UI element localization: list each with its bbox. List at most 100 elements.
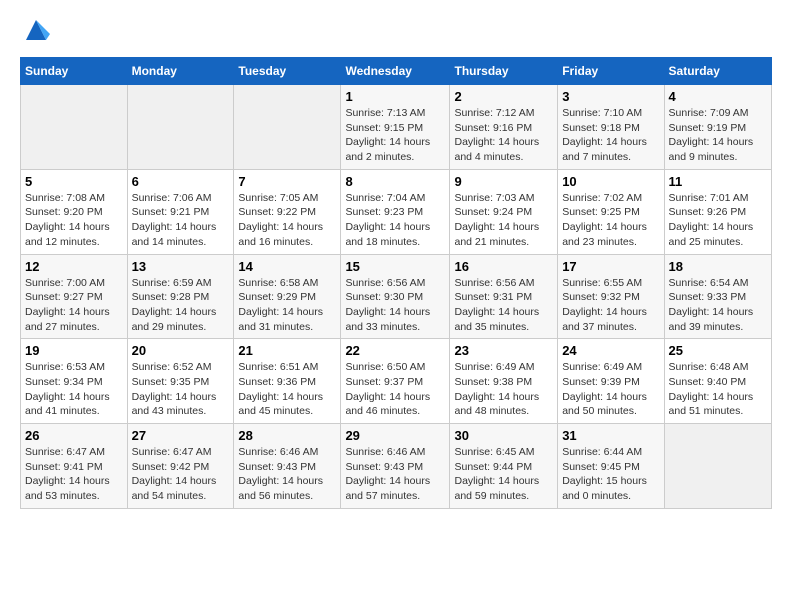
day-info: Sunrise: 6:46 AMSunset: 9:43 PMDaylight:… (238, 445, 336, 504)
calendar-cell: 21 Sunrise: 6:51 AMSunset: 9:36 PMDaylig… (234, 339, 341, 424)
calendar-cell: 25 Sunrise: 6:48 AMSunset: 9:40 PMDaylig… (664, 339, 771, 424)
column-header-thursday: Thursday (450, 58, 558, 85)
week-row: 26 Sunrise: 6:47 AMSunset: 9:41 PMDaylig… (21, 424, 772, 509)
day-info: Sunrise: 6:50 AMSunset: 9:37 PMDaylight:… (345, 360, 445, 419)
calendar-cell: 17 Sunrise: 6:55 AMSunset: 9:32 PMDaylig… (558, 254, 664, 339)
day-number: 18 (669, 259, 767, 274)
calendar-cell: 13 Sunrise: 6:59 AMSunset: 9:28 PMDaylig… (127, 254, 234, 339)
calendar-cell (127, 85, 234, 170)
calendar-cell: 8 Sunrise: 7:04 AMSunset: 9:23 PMDayligh… (341, 169, 450, 254)
day-info: Sunrise: 7:03 AMSunset: 9:24 PMDaylight:… (454, 191, 553, 250)
header (20, 16, 772, 49)
calendar-cell (21, 85, 128, 170)
week-row: 12 Sunrise: 7:00 AMSunset: 9:27 PMDaylig… (21, 254, 772, 339)
calendar-cell: 31 Sunrise: 6:44 AMSunset: 9:45 PMDaylig… (558, 424, 664, 509)
day-info: Sunrise: 6:49 AMSunset: 9:39 PMDaylight:… (562, 360, 659, 419)
calendar-cell: 20 Sunrise: 6:52 AMSunset: 9:35 PMDaylig… (127, 339, 234, 424)
day-number: 21 (238, 343, 336, 358)
day-info: Sunrise: 7:13 AMSunset: 9:15 PMDaylight:… (345, 106, 445, 165)
calendar-cell: 30 Sunrise: 6:45 AMSunset: 9:44 PMDaylig… (450, 424, 558, 509)
day-info: Sunrise: 6:45 AMSunset: 9:44 PMDaylight:… (454, 445, 553, 504)
day-number: 24 (562, 343, 659, 358)
day-number: 9 (454, 174, 553, 189)
day-info: Sunrise: 6:51 AMSunset: 9:36 PMDaylight:… (238, 360, 336, 419)
day-info: Sunrise: 7:00 AMSunset: 9:27 PMDaylight:… (25, 276, 123, 335)
calendar-cell: 15 Sunrise: 6:56 AMSunset: 9:30 PMDaylig… (341, 254, 450, 339)
calendar-cell: 4 Sunrise: 7:09 AMSunset: 9:19 PMDayligh… (664, 85, 771, 170)
day-info: Sunrise: 7:05 AMSunset: 9:22 PMDaylight:… (238, 191, 336, 250)
day-number: 2 (454, 89, 553, 104)
day-info: Sunrise: 7:02 AMSunset: 9:25 PMDaylight:… (562, 191, 659, 250)
calendar-table: SundayMondayTuesdayWednesdayThursdayFrid… (20, 57, 772, 509)
day-info: Sunrise: 7:06 AMSunset: 9:21 PMDaylight:… (132, 191, 230, 250)
column-header-saturday: Saturday (664, 58, 771, 85)
day-number: 11 (669, 174, 767, 189)
day-info: Sunrise: 6:52 AMSunset: 9:35 PMDaylight:… (132, 360, 230, 419)
day-info: Sunrise: 6:49 AMSunset: 9:38 PMDaylight:… (454, 360, 553, 419)
day-number: 7 (238, 174, 336, 189)
day-number: 5 (25, 174, 123, 189)
day-number: 25 (669, 343, 767, 358)
calendar-cell: 22 Sunrise: 6:50 AMSunset: 9:37 PMDaylig… (341, 339, 450, 424)
day-number: 30 (454, 428, 553, 443)
day-number: 22 (345, 343, 445, 358)
calendar-cell: 10 Sunrise: 7:02 AMSunset: 9:25 PMDaylig… (558, 169, 664, 254)
calendar-cell: 16 Sunrise: 6:56 AMSunset: 9:31 PMDaylig… (450, 254, 558, 339)
day-info: Sunrise: 7:08 AMSunset: 9:20 PMDaylight:… (25, 191, 123, 250)
day-number: 15 (345, 259, 445, 274)
day-info: Sunrise: 6:55 AMSunset: 9:32 PMDaylight:… (562, 276, 659, 335)
day-number: 26 (25, 428, 123, 443)
column-header-tuesday: Tuesday (234, 58, 341, 85)
calendar-cell: 1 Sunrise: 7:13 AMSunset: 9:15 PMDayligh… (341, 85, 450, 170)
day-info: Sunrise: 6:46 AMSunset: 9:43 PMDaylight:… (345, 445, 445, 504)
calendar-cell: 28 Sunrise: 6:46 AMSunset: 9:43 PMDaylig… (234, 424, 341, 509)
logo-icon (22, 16, 50, 44)
day-info: Sunrise: 6:47 AMSunset: 9:41 PMDaylight:… (25, 445, 123, 504)
calendar-cell: 2 Sunrise: 7:12 AMSunset: 9:16 PMDayligh… (450, 85, 558, 170)
week-row: 19 Sunrise: 6:53 AMSunset: 9:34 PMDaylig… (21, 339, 772, 424)
calendar-cell: 18 Sunrise: 6:54 AMSunset: 9:33 PMDaylig… (664, 254, 771, 339)
day-info: Sunrise: 6:54 AMSunset: 9:33 PMDaylight:… (669, 276, 767, 335)
day-info: Sunrise: 7:04 AMSunset: 9:23 PMDaylight:… (345, 191, 445, 250)
day-number: 10 (562, 174, 659, 189)
day-info: Sunrise: 6:56 AMSunset: 9:30 PMDaylight:… (345, 276, 445, 335)
column-header-friday: Friday (558, 58, 664, 85)
day-number: 8 (345, 174, 445, 189)
day-number: 3 (562, 89, 659, 104)
week-row: 5 Sunrise: 7:08 AMSunset: 9:20 PMDayligh… (21, 169, 772, 254)
calendar-cell: 29 Sunrise: 6:46 AMSunset: 9:43 PMDaylig… (341, 424, 450, 509)
day-info: Sunrise: 7:12 AMSunset: 9:16 PMDaylight:… (454, 106, 553, 165)
day-number: 19 (25, 343, 123, 358)
calendar-cell: 19 Sunrise: 6:53 AMSunset: 9:34 PMDaylig… (21, 339, 128, 424)
day-number: 6 (132, 174, 230, 189)
calendar-cell: 9 Sunrise: 7:03 AMSunset: 9:24 PMDayligh… (450, 169, 558, 254)
day-info: Sunrise: 6:48 AMSunset: 9:40 PMDaylight:… (669, 360, 767, 419)
calendar-body: 1 Sunrise: 7:13 AMSunset: 9:15 PMDayligh… (21, 85, 772, 509)
day-info: Sunrise: 6:59 AMSunset: 9:28 PMDaylight:… (132, 276, 230, 335)
calendar-cell: 14 Sunrise: 6:58 AMSunset: 9:29 PMDaylig… (234, 254, 341, 339)
day-info: Sunrise: 6:56 AMSunset: 9:31 PMDaylight:… (454, 276, 553, 335)
day-info: Sunrise: 6:44 AMSunset: 9:45 PMDaylight:… (562, 445, 659, 504)
calendar-cell: 3 Sunrise: 7:10 AMSunset: 9:18 PMDayligh… (558, 85, 664, 170)
page: SundayMondayTuesdayWednesdayThursdayFrid… (0, 0, 792, 525)
week-row: 1 Sunrise: 7:13 AMSunset: 9:15 PMDayligh… (21, 85, 772, 170)
column-header-monday: Monday (127, 58, 234, 85)
day-number: 31 (562, 428, 659, 443)
day-number: 17 (562, 259, 659, 274)
calendar-cell: 27 Sunrise: 6:47 AMSunset: 9:42 PMDaylig… (127, 424, 234, 509)
day-number: 23 (454, 343, 553, 358)
day-number: 16 (454, 259, 553, 274)
day-info: Sunrise: 7:10 AMSunset: 9:18 PMDaylight:… (562, 106, 659, 165)
calendar-header: SundayMondayTuesdayWednesdayThursdayFrid… (21, 58, 772, 85)
calendar-cell: 24 Sunrise: 6:49 AMSunset: 9:39 PMDaylig… (558, 339, 664, 424)
day-number: 1 (345, 89, 445, 104)
column-header-sunday: Sunday (21, 58, 128, 85)
day-number: 29 (345, 428, 445, 443)
calendar-cell: 5 Sunrise: 7:08 AMSunset: 9:20 PMDayligh… (21, 169, 128, 254)
calendar-cell: 23 Sunrise: 6:49 AMSunset: 9:38 PMDaylig… (450, 339, 558, 424)
calendar-cell: 11 Sunrise: 7:01 AMSunset: 9:26 PMDaylig… (664, 169, 771, 254)
calendar-cell: 7 Sunrise: 7:05 AMSunset: 9:22 PMDayligh… (234, 169, 341, 254)
calendar-cell (664, 424, 771, 509)
day-number: 4 (669, 89, 767, 104)
calendar-cell (234, 85, 341, 170)
